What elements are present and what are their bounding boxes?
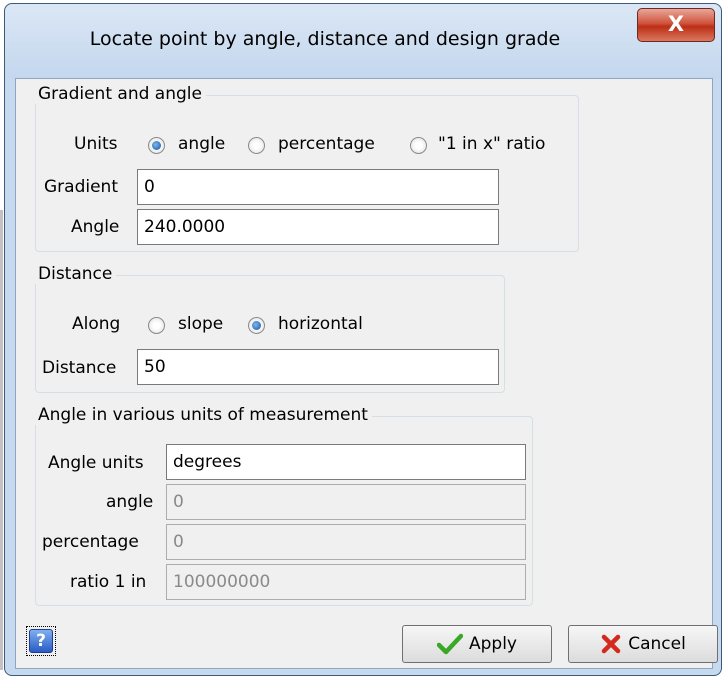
readonly-percentage-label: percentage bbox=[42, 532, 139, 552]
units-angle-radio[interactable] bbox=[148, 137, 165, 154]
apply-button[interactable]: Apply bbox=[402, 625, 552, 663]
readonly-ratio-field: 100000000 bbox=[166, 564, 526, 600]
units-angle-option[interactable]: angle bbox=[178, 134, 225, 154]
gradient-field[interactable]: 0 bbox=[137, 169, 499, 205]
readonly-ratio-label: ratio 1 in bbox=[70, 572, 147, 592]
title-bar[interactable]: Locate point by angle, distance and desi… bbox=[5, 4, 721, 78]
window-edge bbox=[0, 210, 3, 670]
distance-legend: Distance bbox=[34, 264, 117, 284]
along-slope-radio[interactable] bbox=[148, 317, 165, 334]
dialog-client-area: Gradient and angle Units angle percentag… bbox=[15, 78, 718, 669]
angle-units-label: Angle units bbox=[48, 453, 144, 473]
units-label: Units bbox=[74, 134, 118, 154]
help-button[interactable]: ? bbox=[26, 626, 56, 656]
apply-button-label: Apply bbox=[469, 634, 517, 654]
readonly-angle-field: 0 bbox=[166, 484, 526, 520]
cancel-button[interactable]: Cancel bbox=[568, 625, 718, 663]
units-percentage-option[interactable]: percentage bbox=[278, 134, 375, 154]
check-icon bbox=[437, 633, 463, 655]
angle-units-legend: Angle in various units of measurement bbox=[34, 405, 372, 425]
along-horizontal-option[interactable]: horizontal bbox=[278, 314, 363, 334]
angle-field[interactable]: 240.0000 bbox=[137, 209, 499, 245]
radio-selected-dot bbox=[152, 141, 161, 150]
radio-selected-dot bbox=[252, 321, 261, 330]
close-icon: X bbox=[667, 12, 685, 36]
readonly-angle-label: angle bbox=[106, 492, 154, 512]
angle-label: Angle bbox=[71, 217, 120, 237]
units-percentage-radio[interactable] bbox=[248, 137, 265, 154]
close-button[interactable]: X bbox=[637, 8, 715, 42]
along-horizontal-radio[interactable] bbox=[248, 317, 265, 334]
units-ratio-option[interactable]: "1 in x" ratio bbox=[438, 134, 545, 154]
cancel-x-icon bbox=[601, 634, 621, 654]
dialog-window: Locate point by angle, distance and desi… bbox=[4, 3, 722, 676]
along-slope-option[interactable]: slope bbox=[178, 314, 223, 334]
along-label: Along bbox=[72, 314, 121, 334]
gradient-angle-legend: Gradient and angle bbox=[34, 84, 206, 104]
readonly-percentage-field: 0 bbox=[166, 524, 526, 560]
angle-units-field[interactable]: degrees bbox=[166, 444, 526, 480]
distance-field[interactable]: 50 bbox=[137, 349, 499, 385]
gradient-label: Gradient bbox=[44, 177, 118, 197]
dialog-title: Locate point by angle, distance and desi… bbox=[89, 28, 561, 50]
help-icon: ? bbox=[29, 629, 53, 653]
distance-label: Distance bbox=[42, 358, 117, 378]
cancel-button-label: Cancel bbox=[628, 634, 686, 654]
units-ratio-radio[interactable] bbox=[410, 137, 427, 154]
